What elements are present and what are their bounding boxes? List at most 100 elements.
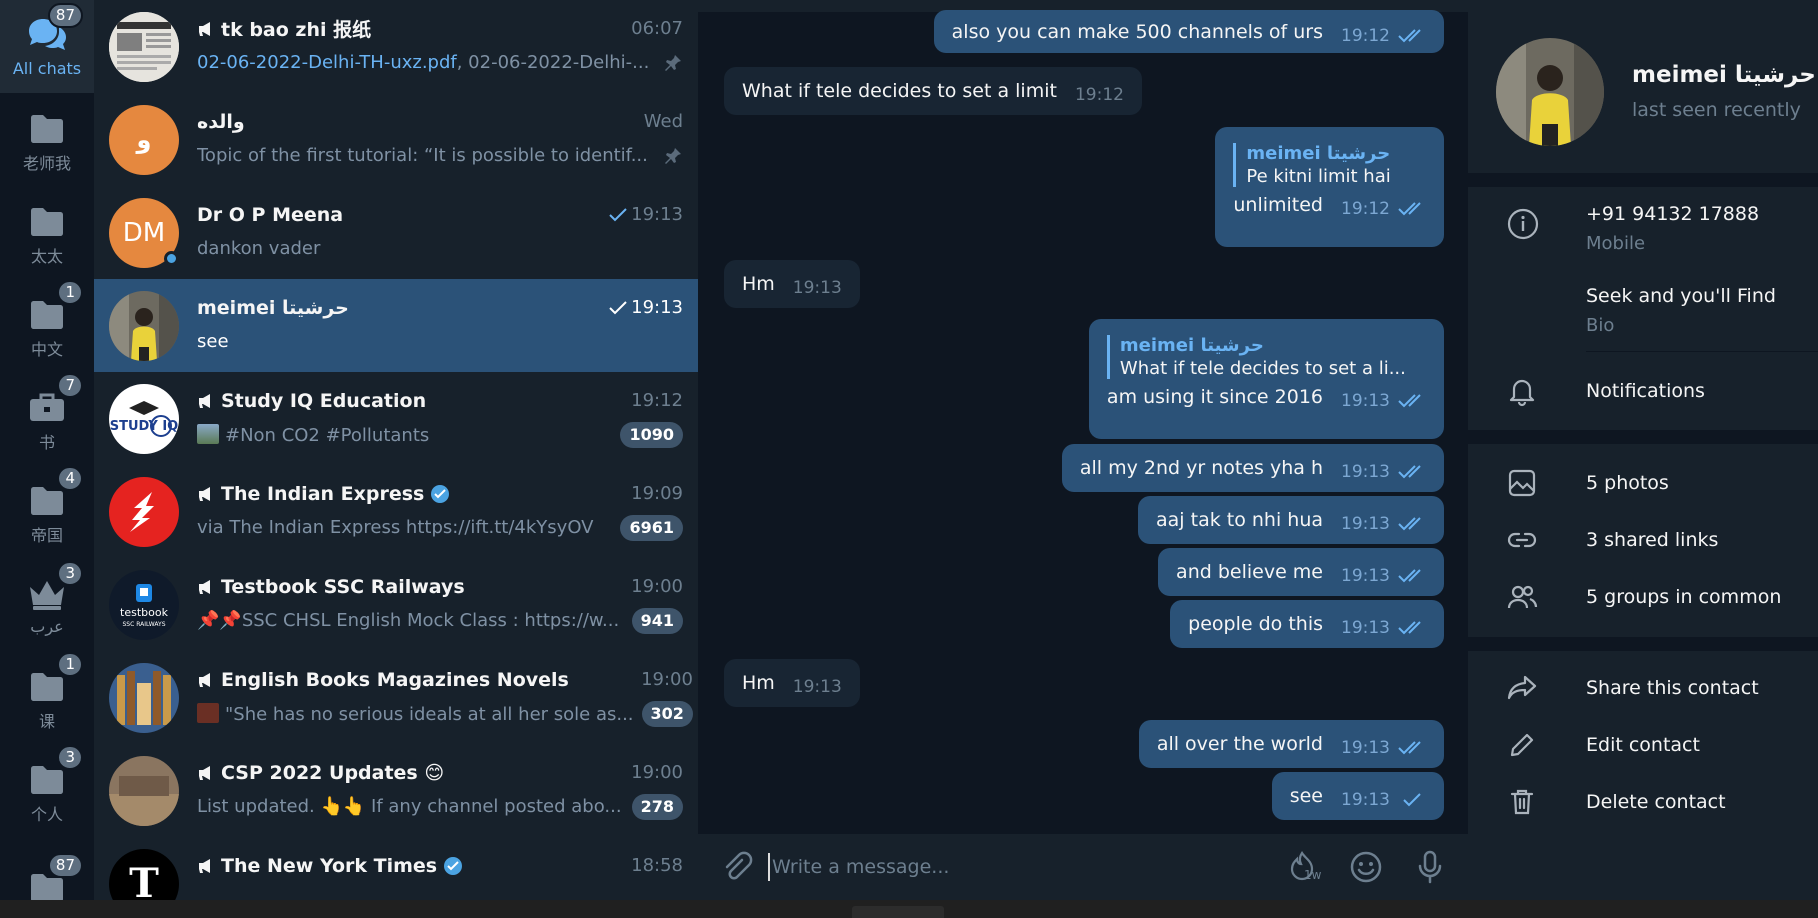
delete-contact-label: Delete contact: [1586, 790, 1726, 813]
share-contact-row[interactable]: Share this contact: [1468, 659, 1818, 716]
unread-count: 6961: [620, 514, 683, 541]
folder-item[interactable]: 87: [0, 837, 94, 900]
chat-item[interactable]: CSP 2022 Updates 😊 19:00 List updated. 👆…: [94, 744, 698, 837]
folder-label: 老师我: [22, 153, 71, 173]
message-out-reply[interactable]: meimei حرشيتا Pe kitni limit hai unlimit…: [1215, 127, 1444, 247]
message-text: all over the world: [1156, 733, 1323, 755]
message-text: also you can make 500 channels of urs: [951, 20, 1323, 43]
message-out[interactable]: all over the world 19:13: [1138, 720, 1444, 768]
trash-icon: [1510, 789, 1534, 814]
folder-item[interactable]: 4 帝国: [0, 465, 94, 558]
chat-item[interactable]: T The New York Times 18:58: [94, 837, 698, 900]
message-out-reply[interactable]: meimei حرشيتا What if tele decides to se…: [1088, 319, 1444, 439]
chat-name: Dr O P Meena: [197, 203, 344, 226]
double-check-icon: [1398, 394, 1421, 408]
notifications-row[interactable]: Notifications: [1468, 352, 1818, 430]
chat-item[interactable]: English Books Magazines Novels 19:00 "Sh…: [94, 651, 698, 744]
folder-item[interactable]: 7 书: [0, 372, 94, 465]
message-time: 19:12: [1341, 199, 1390, 219]
message-text: Hm: [742, 273, 775, 295]
message-out[interactable]: people do this 19:13: [1170, 600, 1444, 648]
verified-icon: [431, 484, 450, 503]
reply-quote[interactable]: meimei حرشيتا Pe kitni limit hai: [1233, 143, 1426, 187]
folder-item[interactable]: 1 课: [0, 651, 94, 744]
reply-author: meimei حرشيتا: [1246, 143, 1391, 164]
chat-item[interactable]: tk bao zhi 报纸 06:07 02-06-2022-Delhi-TH-…: [94, 0, 698, 93]
message-in[interactable]: What if tele decides to set a limit 19:1…: [724, 67, 1142, 115]
message-in[interactable]: Hm 19:13: [724, 659, 860, 707]
chat-item-active[interactable]: meimei حرشيتا 19:13 see: [94, 279, 698, 372]
chat-item[interactable]: و والده Wed Topic of the first tutorial:…: [94, 93, 698, 186]
folder-icon: [31, 672, 63, 701]
reply-quote[interactable]: meimei حرشيتا What if tele decides to se…: [1106, 335, 1426, 379]
notifications-label: Notifications: [1586, 380, 1705, 402]
message-out[interactable]: also you can make 500 channels of urs 19…: [933, 10, 1444, 53]
share-contact-label: Share this contact: [1586, 676, 1759, 699]
photos-row[interactable]: 5 photos: [1468, 454, 1818, 511]
microphone-icon[interactable]: [1412, 849, 1448, 885]
groups-row[interactable]: 5 groups in common: [1468, 568, 1818, 625]
chat-list: tk bao zhi 报纸 06:07 02-06-2022-Delhi-TH-…: [94, 0, 698, 900]
chat-item[interactable]: DM Dr O P Meena 19:13 dankon vader: [94, 186, 698, 279]
folder-item[interactable]: 3 عرب: [0, 558, 94, 651]
paperclip-icon[interactable]: [720, 850, 754, 884]
avatar: [109, 755, 179, 826]
message-out[interactable]: see 19:13: [1271, 772, 1444, 820]
folder-item[interactable]: 老师我: [0, 93, 94, 186]
file-link[interactable]: 02-06-2022-Delhi-TH-uxz.pdf: [197, 52, 457, 73]
taskbar-strip: [0, 900, 1818, 918]
verified-icon: [444, 856, 463, 875]
media-thumbnail: [197, 423, 219, 444]
check-icon: [609, 300, 627, 314]
folder-label: 个人: [30, 804, 63, 824]
folder-item[interactable]: 3 个人: [0, 744, 94, 837]
chat-preview: via The Indian Express https://ift.tt/4k…: [197, 517, 594, 538]
chat-name: meimei حرشيتا: [197, 296, 349, 319]
bell-icon: [1509, 379, 1535, 407]
folder-label: 中文: [30, 339, 63, 359]
chat-name: tk bao zhi 报纸: [221, 19, 372, 41]
chat-time: 19:13: [631, 297, 683, 318]
message-composer: 1w: [698, 834, 1468, 900]
delete-contact-row[interactable]: Delete contact: [1468, 773, 1818, 830]
chat-item[interactable]: STUDY IQ Study IQ Education 19:12 #Non C…: [94, 372, 698, 465]
links-row[interactable]: 3 shared links: [1468, 511, 1818, 568]
chat-item[interactable]: testbook SSC RAILWAYS Testbook SSC Railwa…: [94, 558, 698, 651]
double-check-icon: [1398, 465, 1421, 479]
folder-item[interactable]: 太太: [0, 186, 94, 279]
double-check-icon: [1398, 202, 1421, 216]
emoji-icon[interactable]: [1348, 849, 1384, 885]
double-check-icon: [1398, 28, 1421, 42]
message-in[interactable]: Hm 19:13: [724, 260, 860, 308]
check-icon: [1403, 793, 1421, 807]
folder-item[interactable]: 1 中文: [0, 279, 94, 372]
drag-handle[interactable]: [852, 906, 944, 918]
chat-preview: dankon vader: [197, 238, 321, 259]
check-icon: [609, 207, 627, 221]
message-out[interactable]: all my 2nd yr notes yha h 19:13: [1061, 444, 1444, 492]
folder-label: All chats: [12, 59, 82, 78]
message-out[interactable]: and believe me 19:13: [1158, 548, 1444, 596]
text-caret: [768, 853, 770, 881]
message-out[interactable]: aaj tak to nhi hua 19:13: [1138, 496, 1444, 544]
info-icon: [1507, 208, 1539, 240]
unread-badge: 7: [57, 372, 83, 398]
channel-icon: [199, 579, 210, 594]
bio-row[interactable]: Seek and you'll Find Bio: [1468, 269, 1818, 351]
folder-all-chats[interactable]: 87 All chats: [0, 0, 94, 93]
svg-text:testbook: testbook: [120, 606, 169, 619]
message-text: unlimited: [1233, 194, 1323, 216]
message-text: What if tele decides to set a limit: [742, 80, 1057, 102]
chat-item[interactable]: The Indian Express 19:09 via The Indian …: [94, 465, 698, 558]
phone-row[interactable]: +91 94132 17888 Mobile: [1468, 187, 1818, 269]
profile-avatar[interactable]: [1496, 38, 1604, 146]
pin-icon: [665, 54, 681, 71]
folder-icon: [31, 114, 63, 143]
edit-contact-row[interactable]: Edit contact: [1468, 716, 1818, 773]
message-time: 19:13: [1341, 566, 1390, 586]
message-input[interactable]: [772, 856, 1252, 878]
pencil-icon: [1510, 733, 1534, 756]
chat-preview: "She has no serious ideals at all her so…: [225, 703, 634, 725]
media-thumbnail: [197, 702, 219, 723]
chat-preview: List updated. 👆👆 If any channel posted a…: [197, 796, 622, 817]
